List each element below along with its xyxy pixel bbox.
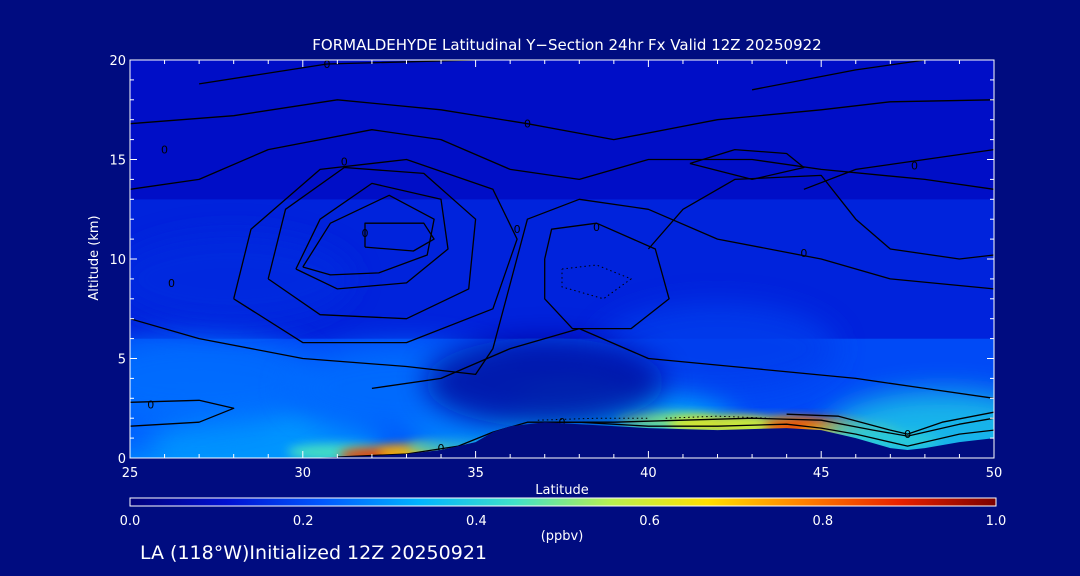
y-tick-label: 15: [109, 154, 126, 169]
colorbar-tick-label: 0.2: [293, 514, 314, 529]
colorbar-ticks: 0.0 0.2 0.4 0.6 0.8 1.0: [120, 514, 1007, 529]
contour-label: 0: [911, 159, 918, 172]
colorbar-tick-label: 0.4: [466, 514, 487, 529]
chart-title: FORMALDEHYDE Latitudinal Y−Section 24hr …: [312, 36, 821, 54]
contour-label: 0: [800, 247, 807, 260]
y-axis-label: Altitude (km): [87, 215, 102, 300]
x-tick-label: 50: [986, 466, 1003, 481]
y-tick-label: 0: [118, 452, 126, 467]
field-cell: [424, 337, 665, 428]
contour-label: 0: [161, 144, 168, 157]
contour-label: 0: [514, 223, 521, 236]
colorbar-tick-label: 0.6: [639, 514, 660, 529]
contour-label: 0: [147, 398, 154, 411]
colorbar: 0.0 0.2 0.4 0.6 0.8 1.0 (ppbv): [120, 497, 1007, 544]
contour-label: 0: [904, 428, 911, 441]
x-axis-label: Latitude: [535, 483, 589, 498]
x-tick-label: 35: [467, 466, 484, 481]
colorbar-tick-label: 0.0: [120, 514, 141, 529]
contour-label: 0: [362, 227, 369, 240]
x-tick-label: 30: [295, 466, 312, 481]
x-tick-label: 25: [122, 466, 139, 481]
y-tick-label: 5: [118, 353, 126, 368]
colorbar-gradient: [129, 497, 997, 507]
field-cell: [822, 391, 994, 458]
contour-label: 0: [341, 155, 348, 168]
x-tick-label: 40: [640, 466, 657, 481]
colorbar-tick-label: 1.0: [986, 514, 1007, 529]
footer-init-label: LA (118°W)Initialized 12Z 20250921: [140, 542, 487, 564]
colorbar-tick-label: 0.8: [812, 514, 833, 529]
contour-label: 0: [524, 118, 531, 131]
x-tick-label: 45: [813, 466, 830, 481]
contour-label: 0: [168, 277, 175, 290]
y-tick-label: 20: [109, 54, 126, 69]
chart-figure: FORMALDEHYDE Latitudinal Y−Section 24hr …: [87, 36, 1007, 544]
field-cell: [130, 333, 320, 424]
colorbar-units: (ppbv): [541, 529, 584, 544]
plot-area: 000000000 00000: [130, 60, 994, 458]
y-tick-label: 10: [109, 253, 126, 268]
contour-label: 0: [593, 221, 600, 234]
